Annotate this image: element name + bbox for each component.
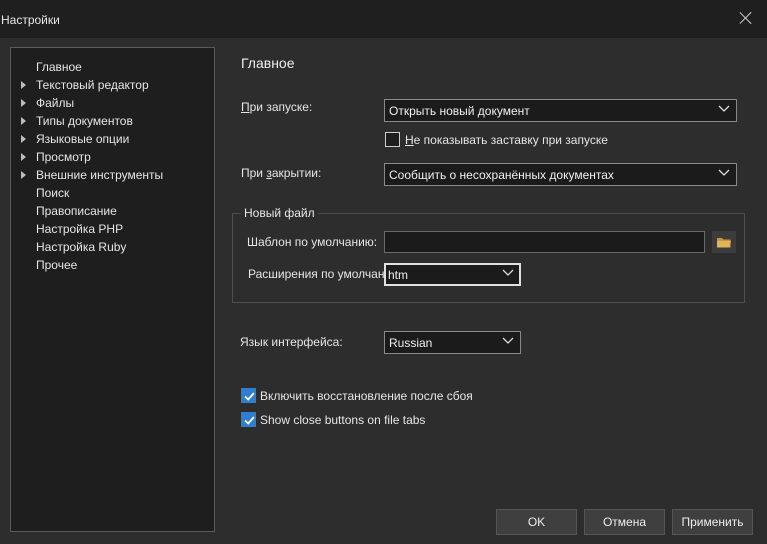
ui-language-value: Russian: [389, 336, 433, 350]
expand-arrow-icon[interactable]: [21, 171, 26, 179]
chevron-down-icon: [502, 337, 514, 344]
tree-item-label: Файлы: [36, 96, 75, 110]
folder-icon: [717, 238, 731, 248]
no-splash-checkbox[interactable]: [385, 132, 400, 147]
dialog-content: Главное Текстовый редактор Файлы Типы до…: [0, 38, 767, 544]
tree-item-label: Прочее: [36, 258, 78, 272]
tree-item-other[interactable]: Прочее: [11, 256, 214, 274]
ui-language-label: Язык интерфейса:: [240, 335, 343, 349]
tree-item-label: Правописание: [36, 204, 117, 218]
chevron-down-icon: [718, 105, 730, 112]
ok-button[interactable]: OK: [496, 509, 577, 535]
tree-item-label: Текстовый редактор: [36, 78, 149, 92]
crash-recovery-label: Включить восстановление после сбоя: [260, 389, 473, 403]
expand-arrow-icon[interactable]: [21, 99, 26, 107]
tree-item-label: Языковые опции: [36, 132, 130, 146]
tree-item-label: Просмотр: [36, 150, 91, 164]
cancel-button[interactable]: Отмена: [584, 509, 665, 535]
chevron-down-icon: [502, 269, 514, 276]
tree-item-text-editor[interactable]: Текстовый редактор: [11, 76, 214, 94]
tree-item-main[interactable]: Главное: [11, 58, 214, 76]
tree-item-label: Настройка PHP: [36, 222, 124, 236]
close-buttons-label: Show close buttons on file tabs: [260, 413, 426, 427]
tree-item-spelling[interactable]: Правописание: [11, 202, 214, 220]
default-extension-value: htm: [388, 268, 409, 282]
chevron-down-icon: [718, 169, 730, 176]
default-extension-label: Расширения по умолчан: [248, 267, 385, 281]
tree-item-ruby[interactable]: Настройка Ruby: [11, 238, 214, 256]
expand-arrow-icon[interactable]: [21, 153, 26, 161]
tree-item-php[interactable]: Настройка PHP: [11, 220, 214, 238]
tree-item-files[interactable]: Файлы: [11, 94, 214, 112]
on-start-label: При запуске:: [241, 100, 313, 114]
on-start-value: Открыть новый документ: [389, 104, 530, 118]
tree-item-label: Настройка Ruby: [36, 240, 127, 254]
tree-item-label: Поиск: [36, 186, 70, 200]
expand-arrow-icon[interactable]: [21, 81, 26, 89]
new-file-group: Новый файл: [232, 206, 745, 303]
group-title: Новый файл: [241, 206, 318, 220]
tree-item-label: Внешние инструменты: [36, 168, 164, 182]
window-title: Настройки: [1, 13, 60, 27]
no-splash-label: Не показывать заставку при запуске: [405, 133, 608, 147]
expand-arrow-icon[interactable]: [21, 135, 26, 143]
tree-item-label: Типы документов: [36, 114, 133, 128]
title-bar: Настройки: [0, 0, 767, 38]
crash-recovery-checkbox[interactable]: [241, 388, 256, 403]
tree-item-external-tools[interactable]: Внешние инструменты: [11, 166, 214, 184]
close-icon[interactable]: [739, 11, 753, 25]
on-close-dropdown[interactable]: Сообщить о несохранённых документах: [384, 163, 737, 186]
checkmark-icon: [244, 416, 255, 425]
on-start-dropdown[interactable]: Открыть новый документ: [384, 99, 737, 122]
browse-folder-button[interactable]: [712, 231, 736, 253]
apply-button[interactable]: Применить: [672, 509, 753, 535]
tree-item-document-types[interactable]: Типы документов: [11, 112, 214, 130]
tree-item-search[interactable]: Поиск: [11, 184, 214, 202]
tree-item-label: Главное: [36, 60, 82, 74]
default-template-input[interactable]: [384, 231, 705, 253]
tree-item-language-options[interactable]: Языковые опции: [11, 130, 214, 148]
section-title: Главное: [241, 55, 295, 71]
checkmark-icon: [244, 392, 255, 401]
on-close-value: Сообщить о несохранённых документах: [389, 168, 614, 182]
settings-tree[interactable]: Главное Текстовый редактор Файлы Типы до…: [10, 47, 215, 532]
close-buttons-checkbox[interactable]: [241, 412, 256, 427]
default-extension-dropdown[interactable]: htm: [384, 263, 521, 286]
on-close-label: При закрытии:: [241, 166, 322, 180]
tree-item-view[interactable]: Просмотр: [11, 148, 214, 166]
ui-language-dropdown[interactable]: Russian: [384, 331, 521, 354]
expand-arrow-icon[interactable]: [21, 117, 26, 125]
default-template-label: Шаблон по умолчанию:: [247, 235, 378, 249]
